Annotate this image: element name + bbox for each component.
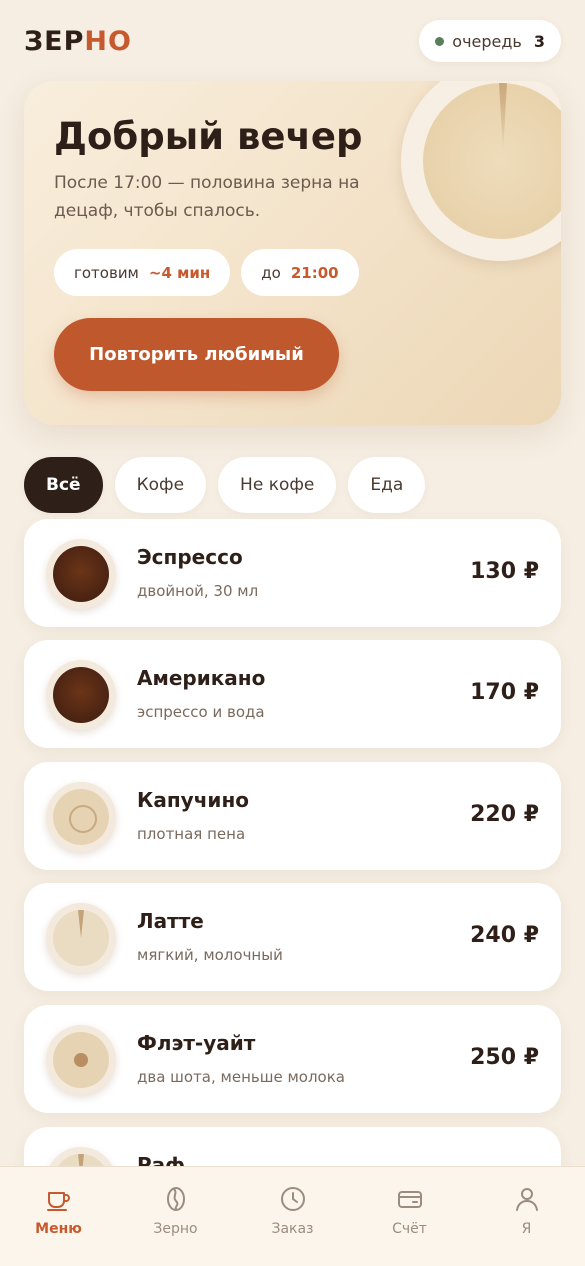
nav-profile[interactable]: Я — [482, 1185, 572, 1237]
wallet-icon — [397, 1191, 422, 1208]
greeting-title: Добрый вечер — [54, 115, 363, 158]
bean-icon — [166, 1187, 185, 1211]
item-desc: плотная пена — [137, 825, 246, 843]
prep-time-value: ~4 мин — [148, 263, 211, 282]
open-until-label: до — [261, 263, 281, 282]
tab-non-coffee[interactable]: Не кофе — [218, 457, 337, 513]
latte-cup-icon — [46, 903, 116, 973]
item-name: Флэт-уайт — [137, 1031, 256, 1055]
item-desc: два шота, меньше молока — [137, 1068, 345, 1086]
item-desc: эспрессо и вода — [137, 703, 265, 721]
nav-label: Я — [521, 1221, 532, 1237]
americano-cup-icon — [46, 660, 116, 730]
tab-food[interactable]: Еда — [348, 457, 426, 513]
tab-coffee[interactable]: Кофе — [114, 457, 207, 513]
queue-badge[interactable]: очередь 3 — [419, 20, 561, 62]
item-price: 220 ₽ — [470, 802, 539, 827]
menu-item-latte[interactable]: Латте мягкий, молочный 240 ₽ — [24, 883, 561, 991]
repeat-favorite-button[interactable]: Повторить любимый — [54, 318, 339, 391]
open-until-value: 21:00 — [290, 263, 339, 282]
nav-label: Счёт — [392, 1221, 427, 1237]
open-until-chip: до 21:00 — [241, 249, 359, 296]
latte-cup-illustration — [401, 81, 561, 261]
flat-white-cup-icon — [46, 1025, 116, 1095]
item-name: Латте — [137, 909, 204, 933]
logo-text-main: ЗЕР — [24, 25, 85, 57]
cup-icon — [46, 1192, 70, 1211]
info-chips: готовим ~4 мин до 21:00 — [54, 249, 359, 296]
prep-time-label: готовим — [74, 263, 139, 282]
item-desc: мягкий, молочный — [137, 946, 283, 964]
logo-text-accent: НО — [84, 25, 132, 57]
menu-item-americano[interactable]: Американо эспрессо и вода 170 ₽ — [24, 640, 561, 748]
clock-icon — [280, 1187, 305, 1211]
nav-label: Зерно — [153, 1221, 198, 1237]
item-name: Эспрессо — [137, 545, 243, 569]
nav-label: Меню — [35, 1221, 82, 1237]
cappuccino-cup-icon — [46, 782, 116, 852]
status-dot-icon — [435, 36, 445, 46]
espresso-cup-icon — [46, 539, 116, 609]
bottom-nav: Меню Зерно Заказ Счёт Я — [0, 1166, 585, 1266]
nav-order[interactable]: Заказ — [248, 1185, 338, 1237]
user-icon — [515, 1188, 538, 1211]
greeting-subtitle: После 17:00 — половина зерна на децаф, ч… — [54, 173, 360, 221]
category-tabs: Всё Кофе Не кофе Еда — [24, 457, 426, 513]
hero-card: Добрый вечер После 17:00 — половина зерн… — [24, 81, 561, 425]
menu-item-cappuccino[interactable]: Капучино плотная пена 220 ₽ — [24, 762, 561, 870]
menu-item-flat-white[interactable]: Флэт-уайт два шота, меньше молока 250 ₽ — [24, 1005, 561, 1113]
menu-item-espresso[interactable]: Эспрессо двойной, 30 мл 130 ₽ — [24, 519, 561, 627]
queue-label: очередь — [452, 31, 522, 51]
app-logo[interactable]: ЗЕРНО — [24, 26, 132, 57]
prep-time-chip: готовим ~4 мин — [54, 249, 231, 296]
nav-bill[interactable]: Счёт — [365, 1185, 455, 1237]
item-price: 250 ₽ — [470, 1045, 539, 1070]
app-header: ЗЕРНО очередь 3 — [24, 20, 561, 62]
item-price: 170 ₽ — [470, 680, 539, 705]
tab-all[interactable]: Всё — [24, 457, 103, 513]
queue-count: 3 — [533, 31, 545, 51]
item-price: 130 ₽ — [470, 559, 539, 584]
nav-label: Заказ — [271, 1221, 314, 1237]
item-price: 240 ₽ — [470, 923, 539, 948]
item-name: Американо — [137, 666, 266, 690]
item-desc: двойной, 30 мл — [137, 582, 259, 600]
item-name: Капучино — [137, 788, 250, 812]
nav-beans[interactable]: Зерно — [131, 1185, 221, 1237]
nav-menu[interactable]: Меню — [14, 1185, 104, 1237]
